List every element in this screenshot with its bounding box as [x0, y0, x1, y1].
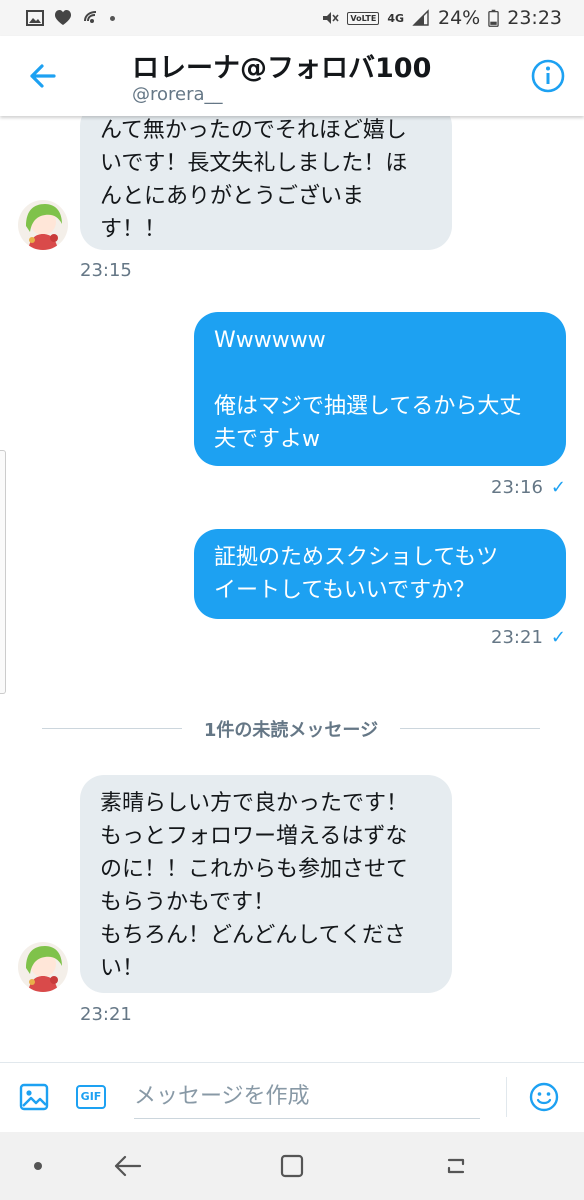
gif-button[interactable]: GIF [76, 1085, 106, 1109]
unread-divider: 1件の未読メッセージ [42, 716, 540, 741]
avatar-image [18, 942, 68, 992]
message-line: いです！長文失礼しました！ほ [100, 151, 408, 176]
wifi-calling-icon [84, 11, 97, 23]
conversation-header: ロレーナ@フォロバ100 @rorera__ [0, 36, 584, 116]
message-timestamp: 23:16 ✓ [491, 477, 566, 498]
avatar[interactable] [18, 942, 68, 992]
message-line: のに！！これからも参加させて [100, 857, 409, 882]
composer-separator [506, 1077, 507, 1117]
avatar[interactable] [18, 200, 68, 250]
scroll-handle[interactable] [0, 450, 6, 694]
message-line: 夫ですよw [214, 427, 320, 452]
notification-dot [110, 15, 115, 21]
message-list[interactable]: んて無かったのでそれほど嬉し いです！長文失礼しました！ほ んとにありがとうござ… [0, 116, 584, 1062]
message-line: もらうかもです！ [100, 890, 276, 915]
volte-icon: VoLTE [347, 11, 380, 25]
image-attach-icon[interactable] [18, 1081, 50, 1113]
message-bubble-received[interactable]: 素晴らしい方で良かったです！ もっとフォロワー増えるはずな のに！！これからも参… [80, 775, 452, 993]
timestamp-text: 23:21 [491, 627, 543, 648]
nav-back-icon[interactable] [112, 1150, 144, 1182]
clock: 23:23 [507, 7, 562, 29]
emoji-icon[interactable] [528, 1081, 560, 1113]
unread-divider-label: 1件の未読メッセージ [203, 720, 379, 741]
status-bar: VoLTE 4G 24% 23:23 [0, 0, 584, 36]
message-timestamp: 23:21 ✓ [491, 627, 566, 648]
image-icon [26, 10, 44, 26]
message-line: んとにありがとうございま [100, 184, 365, 209]
message-timestamp: 23:15 [80, 260, 132, 281]
nav-dot-icon[interactable] [22, 1150, 54, 1182]
heart-icon [55, 10, 71, 25]
message-bubble-sent[interactable]: Wwwwww 俺はマジで抽選してるから大丈 夫ですよw [194, 312, 566, 466]
network-type: 4G [387, 11, 404, 25]
mute-icon [323, 12, 339, 24]
message-line: イートしてもいいですか？ [214, 578, 476, 603]
signal-icon [412, 9, 429, 26]
battery-percent: 24% [438, 7, 481, 29]
back-arrow-icon[interactable] [22, 56, 62, 96]
message-line: 素晴らしい方で良かったです！ [100, 791, 409, 816]
read-check-icon: ✓ [550, 627, 566, 648]
battery-icon [488, 9, 499, 27]
message-bubble-sent[interactable]: 証拠のためスクショしてもツ イートしてもいいですか？ [194, 529, 566, 619]
message-line: い！ [100, 956, 145, 981]
timestamp-text: 23:16 [491, 477, 543, 498]
message-line: Wwwwww [214, 328, 326, 353]
info-icon[interactable] [530, 58, 566, 94]
message-input[interactable] [134, 1075, 480, 1119]
nav-recents-icon[interactable] [440, 1150, 472, 1182]
message-line: もっとフォロワー増えるはずな [100, 824, 408, 849]
message-line: 証拠のためスクショしてもツ [214, 545, 499, 570]
conversation-handle: @rorera__ [132, 84, 223, 105]
divider-line [400, 728, 540, 729]
message-line: す！！ [100, 217, 167, 242]
message-bubble-received[interactable]: んて無かったのでそれほど嬉し いです！長文失礼しました！ほ んとにありがとうござ… [80, 116, 452, 250]
conversation-title: ロレーナ@フォロバ100 [132, 53, 432, 84]
message-line: んて無かったのでそれほど嬉し [100, 118, 407, 143]
message-line [214, 357, 546, 390]
nav-home-icon[interactable] [276, 1150, 308, 1182]
message-timestamp: 23:21 [80, 1004, 132, 1025]
message-line: 俺はマジで抽選してるから大丈 [214, 394, 522, 419]
avatar-image [18, 200, 68, 250]
read-check-icon: ✓ [550, 477, 566, 498]
system-nav-bar [0, 1132, 584, 1200]
message-composer: GIF [0, 1062, 584, 1132]
message-line: もちろん！どんどんしてくださ [100, 923, 407, 948]
